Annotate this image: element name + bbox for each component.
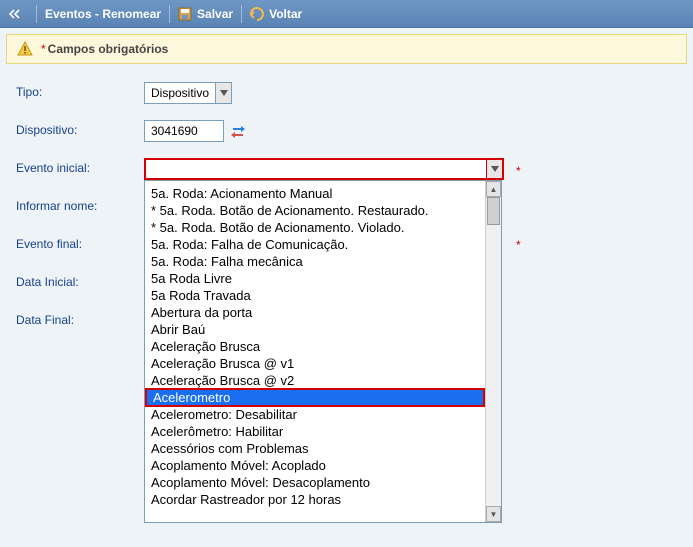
back-button-label: Voltar <box>269 7 302 21</box>
dropdown-item[interactable]: Acordar Rastreador por 12 horas <box>145 491 485 508</box>
dropdown-item[interactable]: Abrir Baú <box>145 321 485 338</box>
form: Tipo: Dispositivo Dispositivo: Evento in… <box>0 72 693 358</box>
collapse-button[interactable] <box>6 5 24 23</box>
label-tipo: Tipo: <box>16 82 144 99</box>
required-marker: * <box>516 160 521 178</box>
evento-inicial-dropdown: 5a. Roda: Acionamento Manual* 5a. Roda. … <box>144 180 502 523</box>
page-title: Eventos - Renomear <box>45 7 161 21</box>
label-data-final: Data Final: <box>16 310 144 327</box>
scroll-track[interactable] <box>486 197 501 506</box>
scroll-down-button[interactable]: ▼ <box>486 506 501 522</box>
dropdown-item[interactable]: Aceleração Brusca @ v1 <box>145 355 485 372</box>
tipo-select[interactable]: Dispositivo <box>144 82 232 104</box>
toolbar-separator <box>169 5 170 23</box>
label-informar-nome: Informar nome: <box>16 196 144 213</box>
save-icon <box>178 7 192 21</box>
chevron-down-icon[interactable] <box>215 83 231 103</box>
dropdown-item[interactable]: Acoplamento Móvel: Acoplado <box>145 457 485 474</box>
dropdown-item[interactable]: Acelerometro: Desabilitar <box>145 406 485 423</box>
toolbar: Eventos - Renomear Salvar Voltar <box>0 0 693 28</box>
dropdown-item[interactable]: Abertura da porta <box>145 304 485 321</box>
scroll-thumb[interactable] <box>487 197 500 225</box>
scrollbar: ▲ ▼ <box>485 181 501 522</box>
evento-inicial-value <box>146 160 486 178</box>
save-button[interactable]: Salvar <box>178 7 233 21</box>
dropdown-item[interactable]: 5a. Roda: Falha de Comunicação. <box>145 236 485 253</box>
dropdown-item[interactable]: 5a. Roda: Acionamento Manual <box>145 185 485 202</box>
warning-icon <box>17 41 33 57</box>
dropdown-item[interactable]: * 5a. Roda. Botão de Acionamento. Violad… <box>145 219 485 236</box>
dropdown-item[interactable]: Acoplamento Móvel: Desacoplamento <box>145 474 485 491</box>
label-dispositivo: Dispositivo: <box>16 120 144 137</box>
dropdown-item[interactable]: Aceleração Brusca <box>145 338 485 355</box>
scroll-up-button[interactable]: ▲ <box>486 181 501 197</box>
swap-icon[interactable] <box>230 123 246 139</box>
dropdown-item[interactable]: Acelerômetro: Habilitar <box>145 423 485 440</box>
dispositivo-input[interactable] <box>144 120 224 142</box>
chevron-down-icon[interactable] <box>486 160 502 178</box>
back-button[interactable]: Voltar <box>250 7 302 21</box>
save-button-label: Salvar <box>197 7 233 21</box>
notice-text: *Campos obrigatórios <box>41 42 168 56</box>
evento-inicial-combobox[interactable] <box>144 158 504 180</box>
toolbar-separator <box>241 5 242 23</box>
required-fields-notice: *Campos obrigatórios <box>6 34 687 64</box>
required-marker: * <box>516 234 521 252</box>
label-evento-final: Evento final: <box>16 234 144 251</box>
dropdown-item[interactable]: 5a Roda Travada <box>145 287 485 304</box>
dropdown-item[interactable]: * 5a. Roda. Botão de Acionamento. Restau… <box>145 202 485 219</box>
dropdown-item[interactable]: 5a. Roda: Falha mecânica <box>145 253 485 270</box>
label-data-inicial: Data Inicial: <box>16 272 144 289</box>
dropdown-list: 5a. Roda: Acionamento Manual* 5a. Roda. … <box>145 181 485 522</box>
toolbar-separator <box>36 5 37 23</box>
dropdown-item[interactable]: 5a Roda Livre <box>145 270 485 287</box>
tipo-select-value: Dispositivo <box>145 83 215 103</box>
dropdown-item[interactable]: Acelerometro <box>145 388 485 407</box>
dropdown-item[interactable]: Aceleração Brusca @ v2 <box>145 372 485 389</box>
label-evento-inicial: Evento inicial: <box>16 158 144 175</box>
dropdown-item[interactable]: Acessórios com Problemas <box>145 440 485 457</box>
undo-icon <box>250 7 264 21</box>
